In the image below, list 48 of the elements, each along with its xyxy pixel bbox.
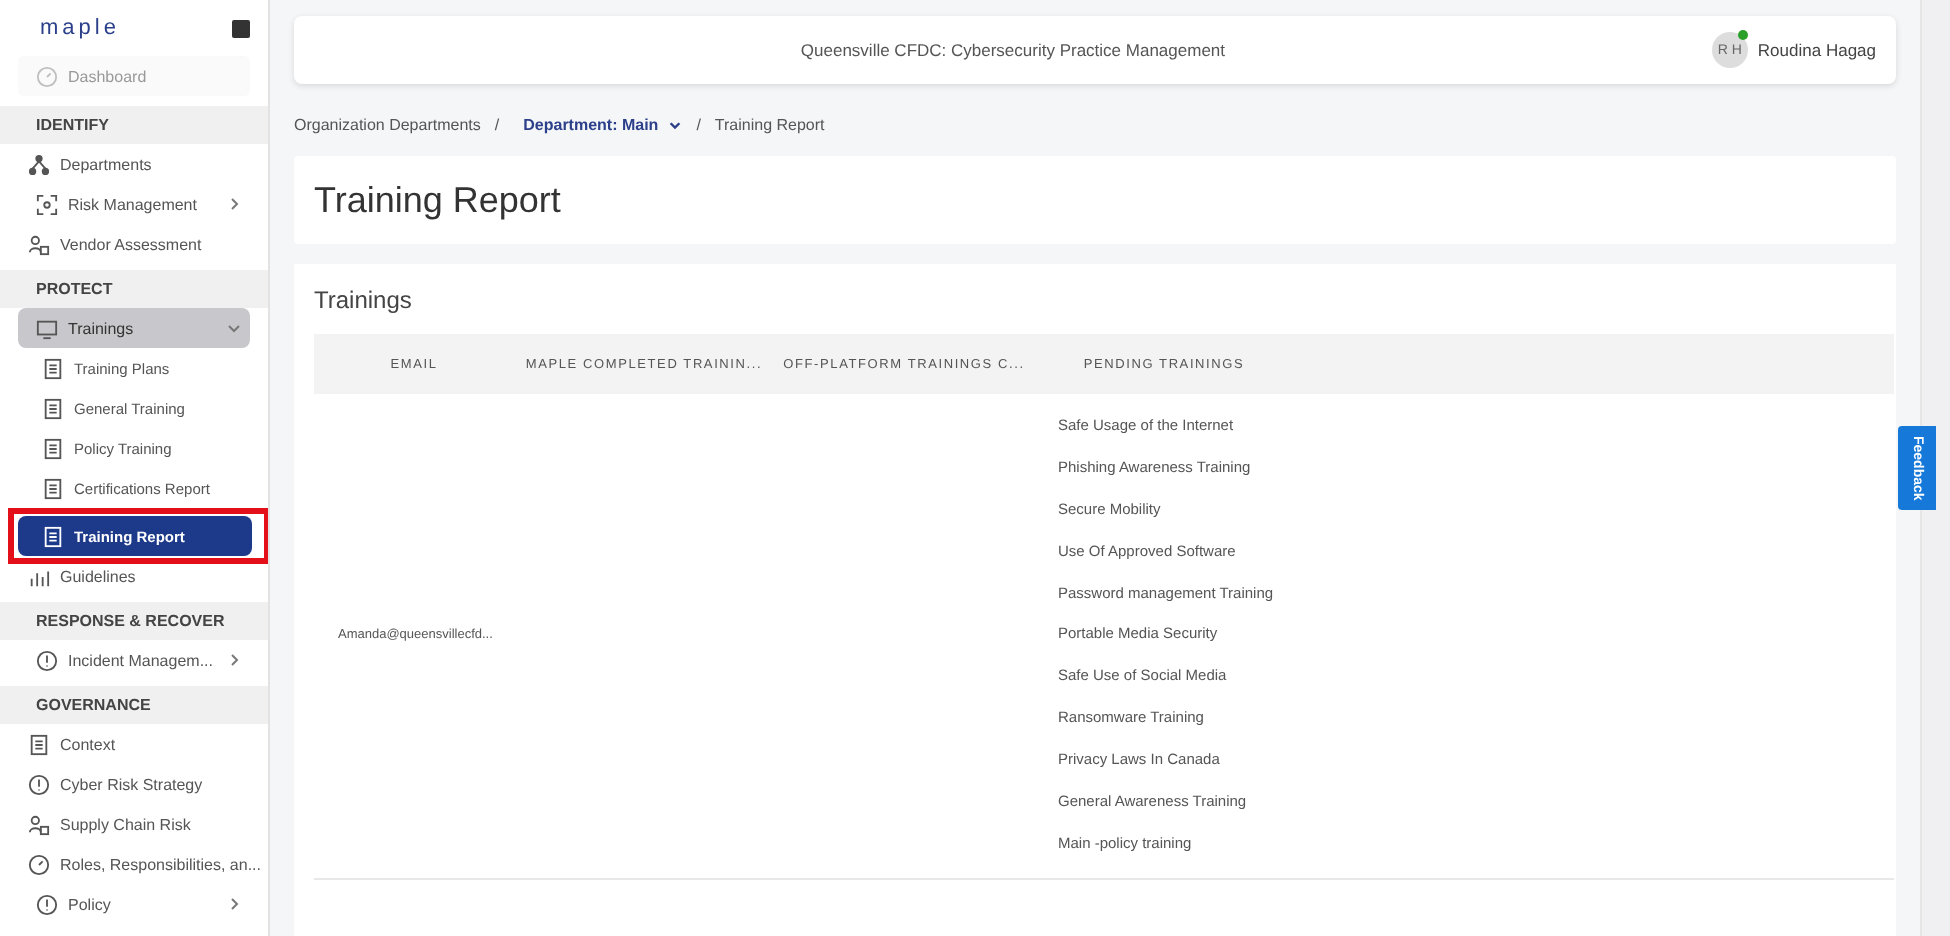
people-icon: [28, 813, 50, 835]
collapse-icon[interactable]: [232, 19, 250, 37]
chevron-icon: [226, 896, 242, 912]
alert-circle-icon: [36, 649, 58, 671]
breadcrumb-separator: /: [696, 116, 701, 134]
gauge-icon: [28, 853, 50, 875]
document-icon: [28, 733, 50, 755]
breadcrumb-link[interactable]: Organization Departments: [294, 116, 481, 134]
sidebar-item[interactable]: Supply Chain Risk: [0, 804, 268, 844]
gauge-icon: [36, 65, 58, 87]
section-heading: PROTECT: [0, 270, 268, 308]
sidebar-item[interactable]: Vendor Assessment: [0, 224, 268, 264]
sidebar-item[interactable]: Roles, Responsibilities, an...: [0, 844, 268, 884]
sidebar-item[interactable]: Departments: [0, 144, 268, 184]
hierarchy-icon: [28, 153, 50, 175]
app-title: Queensville CFDC: Cybersecurity Practice Management: [798, 40, 1228, 60]
people-icon: [28, 233, 50, 255]
section-heading: RESPONSE & RECOVER: [0, 602, 268, 640]
sidebar-item[interactable]: Guidelines: [0, 556, 268, 596]
logo: maple: [40, 16, 120, 40]
sidebar-group[interactable]: Risk Management: [18, 184, 250, 224]
chevron-icon: [226, 652, 242, 668]
sidebar-item[interactable]: Context: [0, 724, 268, 764]
monitor-icon: [36, 317, 58, 339]
sidebar-group[interactable]: Trainings: [18, 308, 250, 348]
breadcrumb-separator: /: [494, 116, 500, 134]
caret-icon: [668, 118, 683, 132]
chevron-icon: [226, 320, 242, 336]
document-icon: [42, 525, 64, 547]
department-dropdown[interactable]: Department: Main: [523, 116, 683, 134]
document-icon: [42, 397, 64, 419]
scrollbar[interactable]: [1920, 0, 1950, 936]
document-icon: [42, 437, 64, 459]
dashed-frame-icon: [36, 193, 58, 215]
card-title: Trainings: [314, 286, 414, 314]
alert-circle-icon: [36, 893, 58, 915]
alert-circle-icon: [28, 773, 50, 795]
page-title: Training Report: [314, 179, 561, 221]
document-icon: [42, 357, 64, 379]
document-icon: [42, 477, 64, 499]
section-heading: IDENTIFY: [0, 106, 268, 144]
section-heading: GOVERNANCE: [0, 686, 268, 724]
sidebar-item[interactable]: Cyber Risk Strategy: [0, 764, 268, 804]
sidebar-group[interactable]: Incident Managem...: [18, 640, 250, 680]
breadcrumb-current: Training Report: [714, 116, 825, 134]
sidebar-group[interactable]: Policy: [18, 884, 250, 924]
user-name: Roudina Hagag: [1757, 40, 1876, 60]
chevron-icon: [226, 196, 242, 212]
